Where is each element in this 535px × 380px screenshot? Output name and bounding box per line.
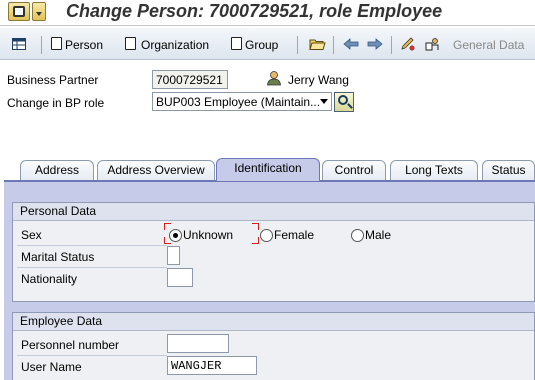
sex-male-label: Male	[365, 228, 392, 242]
personal-data-group: Personal Data Sex Unknown Female Male Ma…	[12, 202, 535, 302]
display-change-icon[interactable]	[400, 37, 416, 51]
system-menu-dropdown-icon[interactable]	[32, 2, 46, 21]
group-button-label: Group	[245, 38, 279, 52]
focus-indicator	[252, 223, 259, 230]
focus-indicator	[252, 237, 259, 244]
forward-arrow-icon[interactable]	[367, 37, 383, 51]
personal-data-title: Personal Data	[13, 203, 534, 221]
employee-data-title: Employee Data	[13, 313, 534, 331]
open-folder-icon[interactable]	[309, 37, 326, 51]
sex-label: Sex	[21, 228, 42, 242]
personnel-number-field[interactable]	[167, 334, 229, 353]
sex-unknown-label: Unknown	[183, 228, 234, 242]
search-button[interactable]	[334, 92, 354, 112]
user-name-field[interactable]: WANGJER	[167, 356, 257, 375]
document-icon	[231, 37, 242, 50]
nationality-label: Nationality	[21, 272, 78, 286]
bp-role-value: BUP003 Employee (Maintain...	[156, 95, 321, 109]
organization-button-label: Organization	[141, 38, 210, 52]
user-name-label: User Name	[21, 360, 82, 374]
document-icon	[51, 37, 62, 50]
system-menu-icon[interactable]	[8, 2, 30, 21]
tab-control[interactable]: Control	[322, 160, 386, 180]
toolbar-separator	[391, 36, 392, 54]
person-button-label: Person	[65, 38, 104, 52]
toolbar-separator	[41, 36, 42, 54]
application-toolbar: Person Organization Group General Data	[0, 28, 535, 60]
sex-unknown-radio[interactable]	[169, 229, 182, 242]
tab-address-overview[interactable]: Address Overview	[97, 160, 215, 180]
window-title: Change Person: 7000729521, role Employee	[66, 1, 443, 21]
sex-female-radio[interactable]	[260, 229, 273, 242]
bp-role-dropdown[interactable]: BUP003 Employee (Maintain...	[152, 92, 332, 111]
toolbar-separator	[297, 36, 298, 54]
personnel-number-label: Personnel number	[21, 338, 120, 352]
person-icon	[267, 71, 281, 86]
sex-female-label: Female	[274, 228, 315, 242]
marital-status-label: Marital Status	[21, 250, 95, 264]
marital-status-field[interactable]	[167, 246, 180, 265]
sex-male-radio[interactable]	[351, 229, 364, 242]
relationships-icon[interactable]	[424, 37, 440, 51]
chevron-down-icon	[320, 99, 328, 104]
employee-data-group: Employee Data Personnel number User Name…	[12, 312, 535, 380]
table-icon[interactable]	[12, 37, 26, 51]
title-bar: Change Person: 7000729521, role Employee	[0, 0, 535, 26]
business-partner-label: Business Partner	[7, 73, 99, 87]
focus-indicator	[164, 223, 171, 230]
general-data-button[interactable]: General Data	[453, 38, 524, 52]
tab-address[interactable]: Address	[20, 160, 94, 180]
document-icon	[125, 37, 136, 50]
tab-identification[interactable]: Identification	[216, 158, 320, 181]
business-partner-field[interactable]: 7000729521	[152, 70, 228, 89]
bp-role-label: Change in BP role	[7, 96, 105, 110]
tab-strip: Address Address Overview Identification …	[0, 158, 535, 181]
toolbar-separator	[333, 36, 334, 54]
nationality-field[interactable]	[167, 268, 193, 287]
back-arrow-icon[interactable]	[343, 37, 359, 51]
tab-long-texts[interactable]: Long Texts	[390, 160, 478, 180]
tab-status[interactable]: Status	[482, 160, 535, 180]
person-name: Jerry Wang	[288, 73, 349, 87]
